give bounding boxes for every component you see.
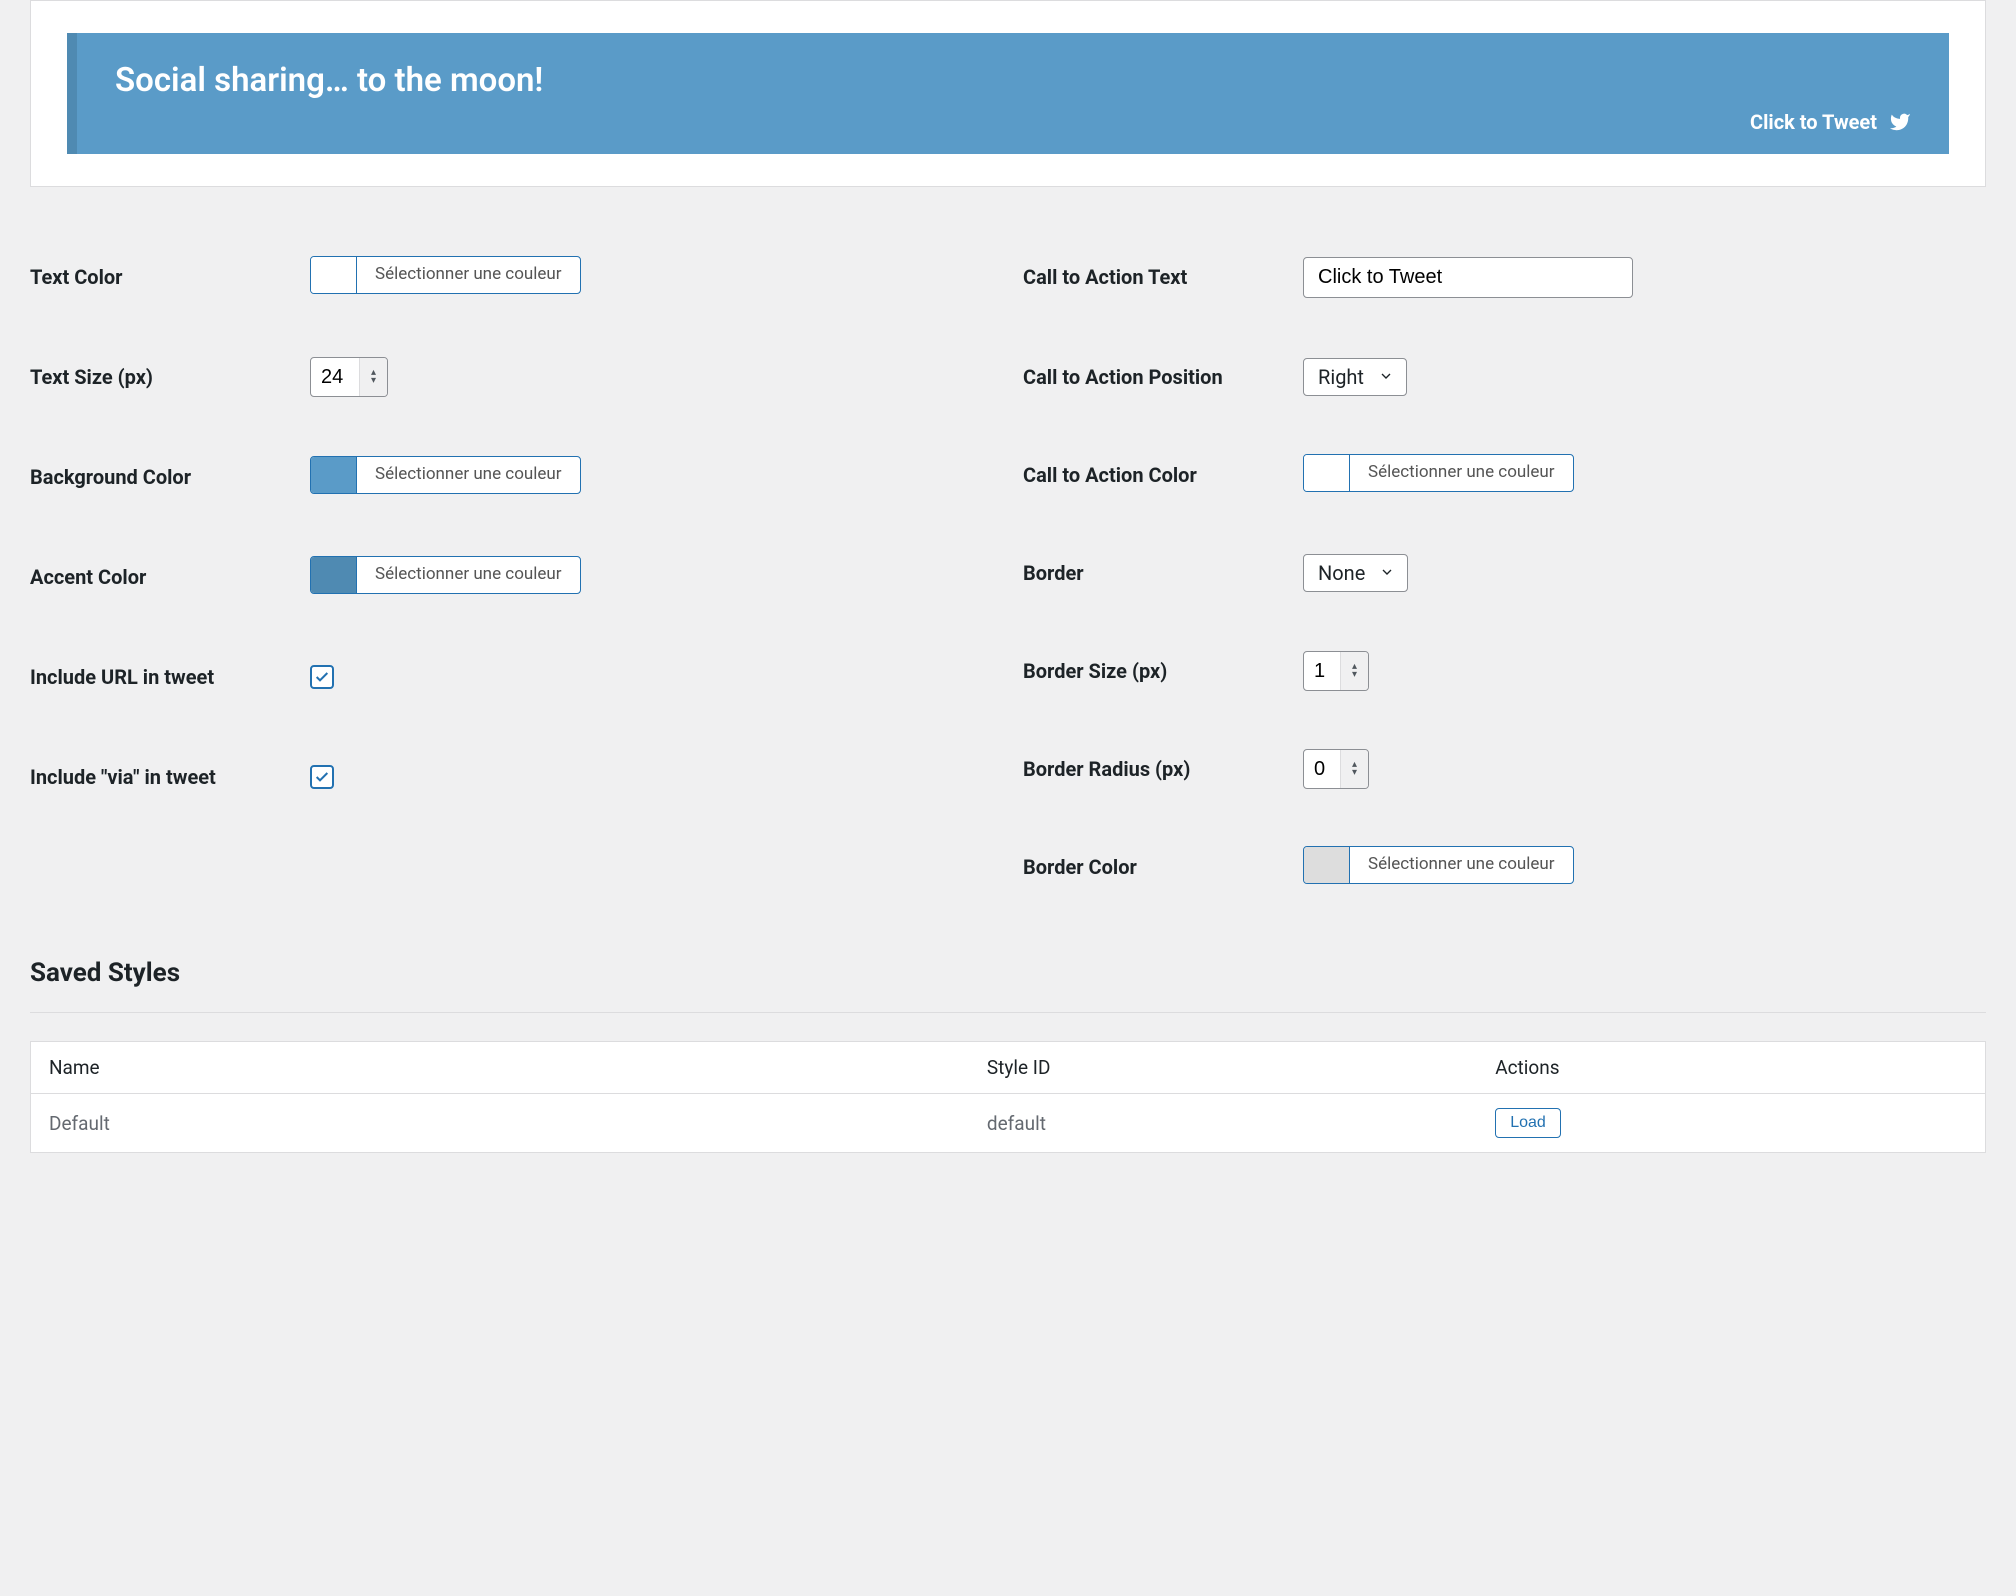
- cta-color-swatch: [1304, 455, 1350, 491]
- chevron-down-icon: ▾: [1352, 671, 1357, 679]
- label-cta-color: Call to Action Color: [1023, 463, 1303, 487]
- cta-color-picker[interactable]: Sélectionner une couleur: [1303, 454, 1574, 492]
- text-size-stepper[interactable]: ▴ ▾: [359, 358, 387, 396]
- label-accent-color: Accent Color: [30, 565, 310, 589]
- tweet-preview-text: Social sharing… to the moon!: [115, 61, 1911, 100]
- label-include-via: Include "via" in tweet: [30, 765, 310, 789]
- background-color-picker[interactable]: Sélectionner une couleur: [310, 456, 581, 494]
- label-cta-text: Call to Action Text: [1023, 265, 1303, 289]
- accent-color-picker[interactable]: Sélectionner une couleur: [310, 556, 581, 594]
- text-size-input[interactable]: [311, 360, 359, 395]
- chevron-down-icon: ▾: [371, 377, 376, 385]
- border-size-input[interactable]: [1304, 654, 1340, 689]
- cta-position-select[interactable]: Right: [1303, 358, 1407, 396]
- border-color-picker[interactable]: Sélectionner une couleur: [1303, 846, 1574, 884]
- cell-style-id: default: [969, 1094, 1477, 1153]
- preview-card: Social sharing… to the moon! Click to Tw…: [30, 0, 1986, 187]
- accent-color-swatch: [311, 557, 357, 593]
- border-color-swatch: [1304, 847, 1350, 883]
- chevron-down-icon: [1379, 561, 1395, 585]
- label-background-color: Background Color: [30, 465, 310, 489]
- twitter-icon: [1889, 111, 1911, 133]
- column-actions: Actions: [1477, 1042, 1985, 1094]
- column-name: Name: [31, 1042, 969, 1094]
- label-include-url: Include URL in tweet: [30, 665, 310, 689]
- include-via-checkbox[interactable]: [310, 765, 334, 789]
- label-border-radius: Border Radius (px): [1023, 757, 1303, 781]
- text-color-swatch: [311, 257, 357, 293]
- label-border-color: Border Color: [1023, 855, 1303, 879]
- cta-position-value: Right: [1318, 365, 1364, 389]
- divider: [30, 1012, 1986, 1013]
- border-radius-input[interactable]: [1304, 752, 1340, 787]
- label-border-size: Border Size (px): [1023, 659, 1303, 683]
- background-color-picker-label: Sélectionner une couleur: [357, 457, 580, 493]
- text-color-picker-label: Sélectionner une couleur: [357, 257, 580, 293]
- column-style-id: Style ID: [969, 1042, 1477, 1094]
- border-radius-input-wrap: ▴ ▾: [1303, 749, 1369, 789]
- border-size-input-wrap: ▴ ▾: [1303, 651, 1369, 691]
- table-row: Default default Load: [31, 1094, 1986, 1153]
- label-text-color: Text Color: [30, 265, 310, 289]
- check-icon: [314, 669, 330, 685]
- cta-color-picker-label: Sélectionner une couleur: [1350, 455, 1573, 491]
- saved-styles-heading: Saved Styles: [30, 958, 1986, 988]
- label-text-size: Text Size (px): [30, 365, 310, 389]
- text-size-input-wrap: ▴ ▾: [310, 357, 388, 397]
- include-url-checkbox[interactable]: [310, 665, 334, 689]
- cell-name: Default: [31, 1094, 969, 1153]
- check-icon: [314, 769, 330, 785]
- tweet-preview-block[interactable]: Social sharing… to the moon! Click to Tw…: [67, 33, 1949, 154]
- saved-styles-table: Name Style ID Actions Default default Lo…: [30, 1041, 1986, 1153]
- text-color-picker[interactable]: Sélectionner une couleur: [310, 256, 581, 294]
- label-border: Border: [1023, 561, 1303, 585]
- border-color-picker-label: Sélectionner une couleur: [1350, 847, 1573, 883]
- border-size-stepper[interactable]: ▴ ▾: [1340, 652, 1368, 690]
- chevron-down-icon: [1378, 365, 1394, 389]
- tweet-cta-label: Click to Tweet: [1750, 110, 1877, 134]
- border-select[interactable]: None: [1303, 554, 1408, 592]
- accent-color-picker-label: Sélectionner une couleur: [357, 557, 580, 593]
- cta-text-input[interactable]: [1303, 257, 1633, 298]
- border-radius-stepper[interactable]: ▴ ▾: [1340, 750, 1368, 788]
- label-cta-position: Call to Action Position: [1023, 365, 1303, 389]
- border-value: None: [1318, 561, 1365, 585]
- load-button[interactable]: Load: [1495, 1108, 1561, 1138]
- settings-form: Text Color Sélectionner une couleur Text…: [30, 252, 1986, 940]
- chevron-down-icon: ▾: [1352, 769, 1357, 777]
- tweet-cta-row[interactable]: Click to Tweet: [115, 110, 1911, 134]
- background-color-swatch: [311, 457, 357, 493]
